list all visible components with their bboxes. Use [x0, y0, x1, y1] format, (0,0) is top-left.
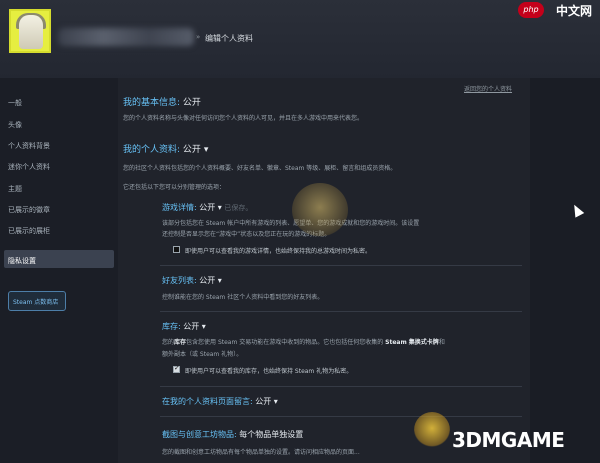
chevron-down-icon: ▾	[201, 322, 206, 331]
screenshots-title: 截图与创意工坊物品: 每个物品单独设置	[162, 429, 303, 440]
inventory-desc-2: 额外副本（或 Steam 礼物）。	[162, 351, 243, 358]
sidebar-item-badges[interactable]: 已展示的徽章	[8, 205, 50, 215]
profile-privacy-label: 我的个人资料:	[123, 145, 181, 155]
watermark-mascot-icon	[292, 183, 348, 237]
inventory-link[interactable]: 库存	[174, 339, 186, 346]
friends-list-title: 好友列表: 公开 ▾	[162, 275, 222, 286]
3dm-mascot-icon	[414, 412, 450, 448]
inventory-desc-text: 您的	[162, 339, 175, 346]
divider	[160, 416, 522, 417]
page-title: 编辑个人资料	[205, 34, 253, 43]
inventory-label: 库存:	[162, 322, 181, 331]
breadcrumb-separator: »	[196, 33, 201, 41]
sidebar-item-mini-profile[interactable]: 迷你个人资料	[8, 162, 50, 172]
game-details-dropdown[interactable]: 公开 ▾	[199, 203, 222, 212]
watermark-text: 中文网	[555, 4, 592, 18]
points-shop-label: Steam 点数商店	[13, 299, 59, 306]
hide-playtime-label: 即使用户可以查看我的游戏详情，也始终保持我的总游戏时间为私密。	[185, 248, 372, 255]
chevron-down-icon: ▾	[217, 276, 222, 285]
comments-title: 在我的个人资料页面留言: 公开 ▾	[162, 396, 278, 407]
sidebar-item-showcases[interactable]: 已展示的展柜	[8, 226, 50, 236]
game-details-value: 公开	[199, 203, 216, 212]
friends-list-label: 好友列表:	[162, 276, 197, 285]
inventory-desc-text: 包含您使用 Steam 交易功能在游戏中收到的物品。它也包括任何您收集的	[186, 339, 384, 346]
hide-gifts-label: 即使用户可以查看我的库存，也始终保持 Steam 礼物为私密。	[185, 368, 353, 375]
inventory-desc-1: 您的库存包含您使用 Steam 交易功能在游戏中收到的物品。它也包括任何您收集的…	[162, 337, 445, 346]
comments-value: 公开	[255, 397, 272, 406]
divider	[160, 311, 522, 312]
friends-list-desc: 控制谁能在您的 Steam 社区个人资料中看到您的好友列表。	[162, 294, 324, 301]
profile-privacy-value: 公开	[182, 145, 201, 155]
back-to-profile-link[interactable]: 返回您的个人资料	[464, 84, 512, 93]
3dm-watermark: 3DMGAME	[452, 428, 565, 452]
inventory-title: 库存: 公开 ▾	[162, 321, 206, 332]
sidebar	[0, 78, 118, 463]
blurred-username	[58, 28, 194, 46]
sidebar-item-background[interactable]: 个人资料背景	[8, 141, 50, 151]
screenshots-value: 每个物品单独设置	[239, 430, 304, 439]
screenshots-desc: 您的截图和创意工坊物品有每个物品单独的设置。请访问相应物品的页面...	[162, 449, 360, 456]
sidebar-item-theme[interactable]: 主题	[8, 184, 22, 194]
basic-info-label: 我的基本信息:	[123, 98, 181, 108]
friends-list-dropdown[interactable]: 公开 ▾	[199, 276, 222, 285]
comments-dropdown[interactable]: 公开 ▾	[255, 397, 278, 406]
hide-gifts-checkbox[interactable]	[173, 364, 180, 373]
sidebar-item-general[interactable]: 一般	[8, 98, 22, 108]
hide-playtime-checkbox[interactable]	[173, 246, 180, 253]
divider	[160, 386, 522, 387]
profile-desc-2: 它还包括以下您可以分别管理的选项：	[123, 184, 226, 191]
chevron-down-icon: ▾	[217, 203, 222, 212]
basic-info-title: 我的基本信息: 公开	[123, 95, 201, 108]
profile-desc-1: 您的社区个人资料包括您的个人资料概要、好友名单、徽章、Steam 等级、展柜、留…	[123, 165, 397, 172]
chevron-down-icon: ▾	[203, 145, 209, 155]
basic-info-desc: 您的个人资料名称与头像对任何访问您个人资料的人可见，并且在多人游戏中用来代表您。	[123, 115, 364, 122]
game-details-label: 游戏详情:	[162, 203, 197, 212]
game-details-desc-1: 该部分包括您在 Steam 帐户中所有游戏的列表、愿望单、您的游戏成就和您的游戏…	[162, 220, 420, 227]
friends-list-value: 公开	[199, 276, 216, 285]
avatar-face	[19, 15, 43, 49]
screenshots-label: 截图与创意工坊物品:	[162, 430, 237, 439]
comments-label: 在我的个人资料页面留言:	[162, 397, 253, 406]
inventory-value: 公开	[183, 322, 200, 331]
avatar[interactable]	[9, 9, 51, 53]
chevron-down-icon: ▾	[273, 397, 278, 406]
inventory-dropdown[interactable]: 公开 ▾	[183, 322, 206, 331]
php-watermark-logo: php	[518, 2, 544, 18]
trading-cards-link[interactable]: Steam 集换式卡牌	[385, 339, 439, 346]
saved-status: 已保存。	[224, 204, 253, 212]
basic-info-value: 公开	[182, 98, 201, 108]
divider	[160, 265, 522, 266]
game-details-title: 游戏详情: 公开 ▾ 已保存。	[162, 202, 252, 213]
profile-privacy-dropdown[interactable]: 公开 ▾	[183, 145, 208, 155]
profile-privacy-title: 我的个人资料: 公开 ▾	[123, 142, 208, 155]
right-gutter	[530, 78, 600, 463]
sidebar-item-avatar[interactable]: 头像	[8, 120, 22, 130]
sidebar-item-privacy-label: 隐私设置	[8, 257, 36, 265]
inventory-desc-text: 和	[438, 339, 445, 346]
